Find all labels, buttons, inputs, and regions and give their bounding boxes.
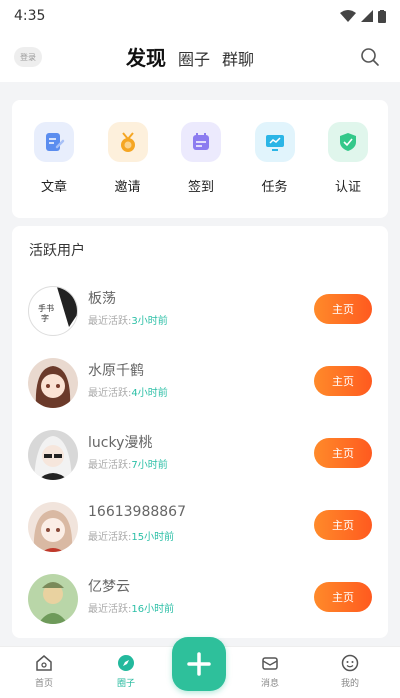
compass-icon <box>118 655 134 671</box>
wifi-icon <box>340 10 356 22</box>
profile-home-button[interactable]: 主页 <box>314 582 372 612</box>
status-bar: 4:35 <box>0 0 400 32</box>
svg-text:字: 字 <box>41 313 49 323</box>
avatar[interactable] <box>28 574 78 624</box>
invite-icon <box>107 122 148 162</box>
battery-icon <box>378 9 386 23</box>
user-name: lucky漫桃 <box>88 435 153 451</box>
tab-bar-label: 我的 <box>340 679 359 689</box>
quick-action-label: 任务 <box>261 180 288 195</box>
svg-text:手书: 手书 <box>38 303 54 313</box>
quick-action-label: 邀请 <box>114 180 141 195</box>
quick-action-label: 签到 <box>187 180 214 195</box>
user-name: 亿梦云 <box>88 579 130 595</box>
avatar[interactable] <box>28 358 78 408</box>
quick-action-checkin[interactable]: 签到 <box>173 122 229 195</box>
user-row[interactable]: 水原千鹤 最近活跃:4小时前 主页 <box>28 354 372 410</box>
active-users-card: 活跃用户 手书字 板荡 最近活跃:3小时前 主页 水原千鹤 最近活跃:4小时前 … <box>12 226 388 638</box>
quick-action-article[interactable]: 文章 <box>26 122 82 195</box>
quick-actions-grid: 文章 邀请 签到 任务 认证 <box>12 100 388 195</box>
quick-action-label: 文章 <box>40 180 67 195</box>
user-name: 16613988867 <box>88 504 186 520</box>
tab-bar-label: 消息 <box>260 679 279 689</box>
tab-bar-messages[interactable]: 消息 <box>250 653 290 689</box>
article-icon <box>34 122 74 162</box>
avatar[interactable] <box>28 430 78 480</box>
tab-discover[interactable]: 发现 <box>126 42 166 71</box>
user-row[interactable]: lucky漫桃 最近活跃:7小时前 主页 <box>28 426 372 482</box>
status-time: 4:35 <box>14 8 46 24</box>
signal-icon <box>361 10 373 22</box>
tab-bar-label: 首页 <box>34 679 53 689</box>
top-nav: 登录 发现 圈子 群聊 <box>0 32 400 82</box>
login-button[interactable]: 登录 <box>14 47 42 67</box>
active-users-title: 活跃用户 <box>29 243 85 259</box>
user-last-active: 最近活跃:16小时前 <box>88 604 175 615</box>
tab-circle[interactable]: 圈子 <box>178 46 210 70</box>
profile-home-button[interactable]: 主页 <box>314 510 372 540</box>
add-post-button[interactable] <box>172 637 226 691</box>
verify-icon <box>328 122 368 162</box>
profile-home-button[interactable]: 主页 <box>314 294 372 324</box>
user-last-active: 最近活跃:3小时前 <box>88 316 168 327</box>
checkin-icon <box>181 122 221 162</box>
quick-actions-card: 文章 邀请 签到 任务 认证 <box>12 100 388 218</box>
quick-action-invite[interactable]: 邀请 <box>100 122 156 195</box>
user-last-active: 最近活跃:4小时前 <box>88 388 168 399</box>
user-name: 水原千鹤 <box>88 363 144 379</box>
message-icon <box>262 657 278 670</box>
profile-icon <box>341 654 359 672</box>
profile-home-button[interactable]: 主页 <box>314 366 372 396</box>
task-icon <box>254 122 295 162</box>
tab-bar-home[interactable]: 首页 <box>24 653 64 689</box>
top-tabs: 发现 圈子 群聊 <box>126 42 254 71</box>
search-icon[interactable] <box>358 45 382 69</box>
user-row[interactable]: 16613988867 最近活跃:15小时前 主页 <box>28 498 372 554</box>
bottom-tab-bar: 首页 圈子 消息 我的 <box>0 637 400 698</box>
quick-action-label: 认证 <box>334 180 361 195</box>
plus-icon <box>187 652 211 676</box>
user-last-active: 最近活跃:7小时前 <box>88 460 168 471</box>
tab-bar-profile[interactable]: 我的 <box>330 653 370 689</box>
profile-home-button[interactable]: 主页 <box>314 438 372 468</box>
tab-bar-circle[interactable]: 圈子 <box>106 653 146 689</box>
avatar[interactable] <box>28 502 78 552</box>
status-icons <box>340 9 386 23</box>
user-row[interactable]: 亿梦云 最近活跃:16小时前 主页 <box>28 570 372 626</box>
tab-bar-label: 圈子 <box>116 679 135 689</box>
tab-group-chat[interactable]: 群聊 <box>222 46 254 70</box>
quick-action-verify[interactable]: 认证 <box>320 122 376 195</box>
user-last-active: 最近活跃:15小时前 <box>88 532 175 543</box>
home-icon <box>36 655 52 671</box>
avatar[interactable]: 手书字 <box>28 286 78 336</box>
quick-action-task[interactable]: 任务 <box>247 122 303 195</box>
user-name: 板荡 <box>88 291 116 307</box>
user-row[interactable]: 手书字 板荡 最近活跃:3小时前 主页 <box>28 282 372 338</box>
